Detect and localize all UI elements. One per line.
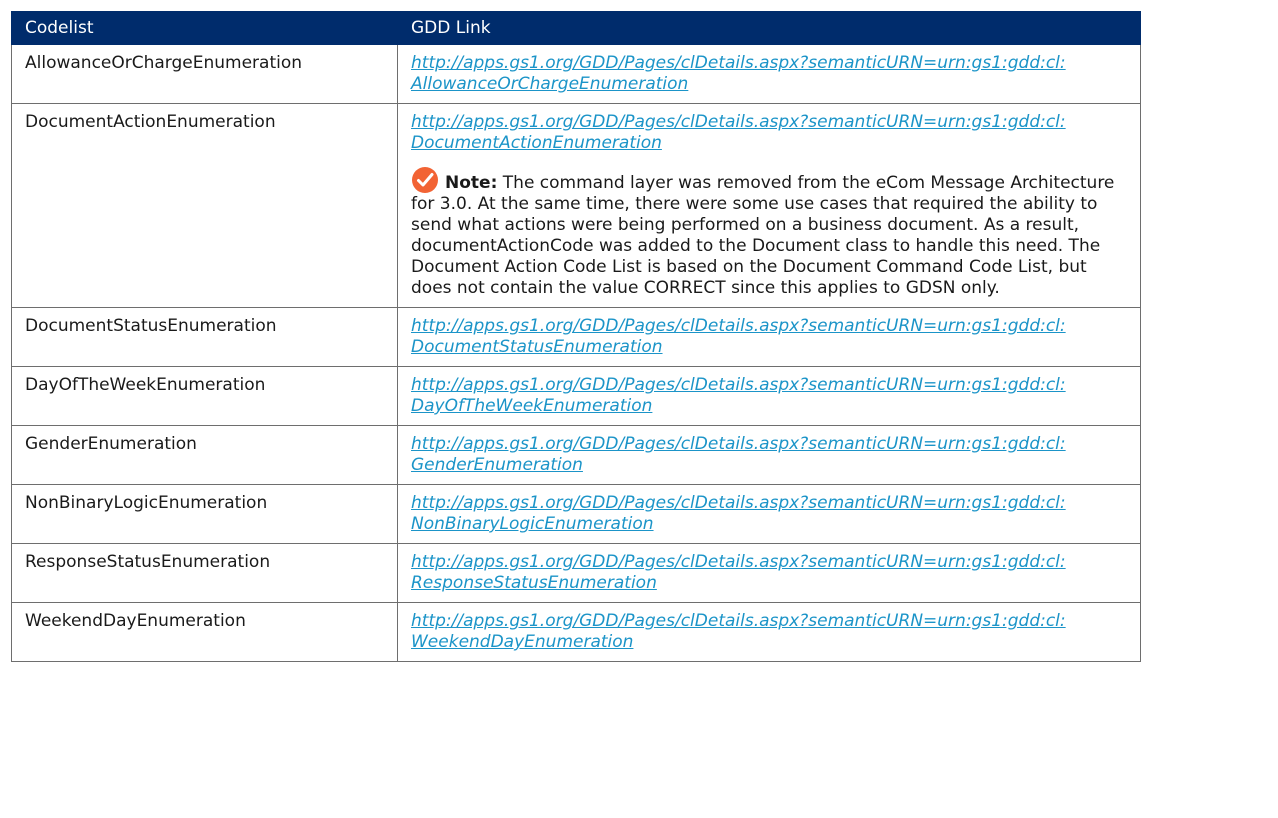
gdd-link-line2: WeekendDayEnumeration xyxy=(411,632,634,652)
gdd-link-line2: DocumentActionEnumeration xyxy=(411,133,662,153)
table-row: AllowanceOrChargeEnumeration http://apps… xyxy=(11,44,1141,104)
table-row: ResponseStatusEnumeration http://apps.gs… xyxy=(11,543,1141,603)
gdd-link-line1: http://apps.gs1.org/GDD/Pages/clDetails.… xyxy=(411,434,1066,454)
gdd-link-line1: http://apps.gs1.org/GDD/Pages/clDetails.… xyxy=(411,611,1066,631)
gdd-link[interactable]: http://apps.gs1.org/GDD/Pages/clDetails.… xyxy=(411,493,1132,535)
gdd-link-line1: http://apps.gs1.org/GDD/Pages/clDetails.… xyxy=(411,53,1066,73)
table-row: WeekendDayEnumeration http://apps.gs1.or… xyxy=(11,602,1141,662)
gdd-link-cell: http://apps.gs1.org/GDD/Pages/clDetails.… xyxy=(397,366,1141,426)
gdd-link-line1: http://apps.gs1.org/GDD/Pages/clDetails.… xyxy=(411,112,1066,132)
column-header-gdd-link: GDD Link xyxy=(397,11,1141,45)
table-row: DayOfTheWeekEnumeration http://apps.gs1.… xyxy=(11,366,1141,426)
codelist-name: DocumentActionEnumeration xyxy=(11,103,398,308)
codelist-name: DayOfTheWeekEnumeration xyxy=(11,366,398,426)
column-header-codelist: Codelist xyxy=(11,11,398,45)
gdd-link[interactable]: http://apps.gs1.org/GDD/Pages/clDetails.… xyxy=(411,375,1132,417)
gdd-link-cell: http://apps.gs1.org/GDD/Pages/clDetails.… xyxy=(397,425,1141,485)
gdd-link-cell: http://apps.gs1.org/GDD/Pages/clDetails.… xyxy=(397,103,1141,308)
gdd-link-cell: http://apps.gs1.org/GDD/Pages/clDetails.… xyxy=(397,44,1141,104)
codelist-name: DocumentStatusEnumeration xyxy=(11,307,398,367)
codelist-name: AllowanceOrChargeEnumeration xyxy=(11,44,398,104)
checkmark-circle-icon xyxy=(412,167,438,193)
gdd-link[interactable]: http://apps.gs1.org/GDD/Pages/clDetails.… xyxy=(411,53,1132,95)
codelist-name: ResponseStatusEnumeration xyxy=(11,543,398,603)
gdd-link-line2: DocumentStatusEnumeration xyxy=(411,337,663,357)
gdd-link-line2: AllowanceOrChargeEnumeration xyxy=(411,74,689,94)
note-label: Note: xyxy=(445,173,498,193)
note-box: Note: The command layer was removed from… xyxy=(411,166,1132,299)
gdd-link-line2: GenderEnumeration xyxy=(411,455,583,475)
codelist-table: Codelist GDD Link AllowanceOrChargeEnume… xyxy=(11,11,1141,662)
gdd-link-line1: http://apps.gs1.org/GDD/Pages/clDetails.… xyxy=(411,375,1066,395)
gdd-link[interactable]: http://apps.gs1.org/GDD/Pages/clDetails.… xyxy=(411,552,1132,594)
gdd-link[interactable]: http://apps.gs1.org/GDD/Pages/clDetails.… xyxy=(411,611,1132,653)
note-text: The command layer was removed from the e… xyxy=(411,173,1115,298)
codelist-name: GenderEnumeration xyxy=(11,425,398,485)
gdd-link-cell: http://apps.gs1.org/GDD/Pages/clDetails.… xyxy=(397,484,1141,544)
gdd-link-line1: http://apps.gs1.org/GDD/Pages/clDetails.… xyxy=(411,552,1066,572)
gdd-link-cell: http://apps.gs1.org/GDD/Pages/clDetails.… xyxy=(397,602,1141,662)
table-row: GenderEnumeration http://apps.gs1.org/GD… xyxy=(11,425,1141,485)
table-row: NonBinaryLogicEnumeration http://apps.gs… xyxy=(11,484,1141,544)
gdd-link-cell: http://apps.gs1.org/GDD/Pages/clDetails.… xyxy=(397,543,1141,603)
table-row: DocumentActionEnumeration http://apps.gs… xyxy=(11,103,1141,308)
table-row: DocumentStatusEnumeration http://apps.gs… xyxy=(11,307,1141,367)
gdd-link[interactable]: http://apps.gs1.org/GDD/Pages/clDetails.… xyxy=(411,434,1132,476)
gdd-link-line2: DayOfTheWeekEnumeration xyxy=(411,396,653,416)
gdd-link-line2: ResponseStatusEnumeration xyxy=(411,573,657,593)
gdd-link-line2: NonBinaryLogicEnumeration xyxy=(411,514,654,534)
gdd-link-line1: http://apps.gs1.org/GDD/Pages/clDetails.… xyxy=(411,316,1066,336)
gdd-link-line1: http://apps.gs1.org/GDD/Pages/clDetails.… xyxy=(411,493,1066,513)
table-header-row: Codelist GDD Link xyxy=(11,11,1141,45)
gdd-link[interactable]: http://apps.gs1.org/GDD/Pages/clDetails.… xyxy=(411,112,1132,154)
gdd-link[interactable]: http://apps.gs1.org/GDD/Pages/clDetails.… xyxy=(411,316,1132,358)
codelist-name: WeekendDayEnumeration xyxy=(11,602,398,662)
gdd-link-cell: http://apps.gs1.org/GDD/Pages/clDetails.… xyxy=(397,307,1141,367)
codelist-name: NonBinaryLogicEnumeration xyxy=(11,484,398,544)
